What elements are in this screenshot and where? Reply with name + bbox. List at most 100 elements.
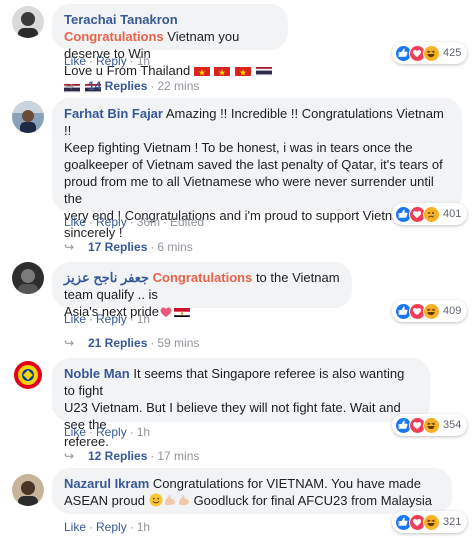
separator: · [150, 240, 155, 254]
separator: · [129, 312, 134, 326]
view-replies[interactable]: ↪ 21 Replies · 59 mins [64, 335, 199, 351]
separator: · [89, 312, 94, 326]
reply-arrow-icon: ↪ [64, 79, 75, 93]
separator: · [89, 425, 94, 439]
avatar[interactable] [12, 6, 44, 38]
like-link[interactable]: Like [64, 312, 86, 326]
avatar-image [12, 6, 44, 38]
like-link[interactable]: Like [64, 520, 86, 534]
like-link[interactable]: Like [64, 425, 86, 439]
comment-time[interactable]: 1h [137, 54, 150, 68]
reply-link[interactable]: Reply [96, 312, 127, 326]
comment-actions: Like · Reply · 1h [64, 311, 150, 327]
like-link[interactable]: Like [64, 215, 86, 229]
comment-text: Keep fighting Vietnam ! To be honest, i … [64, 140, 413, 155]
sad-icon [423, 205, 440, 223]
egypt-flag-icon [173, 306, 190, 317]
reaction-count: 321 [443, 516, 462, 528]
separator: · [150, 449, 155, 463]
thailand-flag-icon [255, 65, 272, 76]
reaction-count: 401 [443, 208, 462, 220]
comment-time[interactable]: 36m [137, 215, 160, 229]
reactions-summary[interactable]: 409 [392, 300, 468, 322]
reply-arrow-icon: ↪ [64, 240, 75, 254]
comment-author[interactable]: Terachai Tanakron [64, 12, 178, 27]
separator: · [150, 336, 155, 350]
reaction-count: 409 [443, 305, 462, 317]
comment-time[interactable]: 1h [137, 312, 150, 326]
view-replies[interactable]: ↪ 17 Replies · 6 mins [64, 239, 193, 255]
comment-actions: Like · Reply · 36m · Edited [64, 214, 204, 230]
comment-text: ASEAN proud [64, 493, 145, 508]
avatar-image [12, 262, 44, 294]
avatar[interactable] [12, 262, 44, 294]
muscle-emoji-icon [163, 493, 177, 511]
like-link[interactable]: Like [64, 54, 86, 68]
replies-count[interactable]: 14 Replies [88, 79, 147, 93]
separator: · [129, 520, 134, 534]
comment-author[interactable]: جعفر ناجح عزيز [64, 270, 149, 285]
avatar-image [12, 359, 44, 391]
vietnam-flag-icon [235, 65, 252, 76]
replies-count[interactable]: 12 Replies [88, 449, 147, 463]
avatar[interactable] [12, 359, 44, 391]
replies-time: 6 mins [157, 240, 193, 254]
vietnam-flag-icon [193, 65, 210, 76]
replies-count[interactable]: 17 Replies [88, 240, 147, 254]
separator: · [89, 54, 94, 68]
avatar-image [12, 474, 44, 506]
separator: · [129, 54, 134, 68]
comment-highlight: Congratulations [64, 29, 164, 44]
comment-text: goalkeeper of Vietnam saved the last pen… [64, 157, 443, 172]
reactions-summary[interactable]: 354 [392, 414, 468, 436]
reactions-summary[interactable]: 321 [392, 511, 468, 533]
comment-author[interactable]: Nazarul Ikram [64, 476, 149, 491]
comment-time[interactable]: 1h [137, 425, 150, 439]
comment-author[interactable]: Farhat Bin Fajar [64, 106, 163, 121]
comment-text: Congratulations for VIETNAM. You have ma… [152, 476, 421, 491]
comment-bubble: Noble Man It seems that Singapore refere… [52, 358, 430, 449]
reply-arrow-icon: ↪ [64, 336, 75, 350]
view-replies[interactable]: ↪ 12 Replies · 17 mins [64, 448, 199, 464]
comment-bubble: Farhat Bin Fajar Amazing !! Incredible !… [52, 98, 462, 240]
replies-time: 22 mins [157, 79, 200, 93]
reactions-summary[interactable]: 425 [392, 42, 468, 64]
comment-author[interactable]: Noble Man [64, 366, 130, 381]
view-replies[interactable]: ↪ 14 Replies · 22 mins [64, 78, 199, 94]
separator: · [150, 79, 155, 93]
reactions-summary[interactable]: 401 [392, 203, 468, 225]
replies-count[interactable]: 21 Replies [88, 336, 147, 350]
edited-label[interactable]: Edited [170, 215, 204, 229]
separator: · [129, 215, 134, 229]
smile-emoji-icon [149, 493, 163, 511]
reply-link[interactable]: Reply [96, 425, 127, 439]
muscle-emoji-icon [177, 493, 191, 511]
separator: · [89, 215, 94, 229]
avatar[interactable] [12, 101, 44, 133]
reply-link[interactable]: Reply [96, 520, 127, 534]
comment-highlight: Congratulations [152, 270, 253, 285]
haha-icon [423, 416, 440, 434]
comment-bubble: Nazarul Ikram Congratulations for VIETNA… [52, 468, 452, 514]
separator: · [129, 425, 134, 439]
heart-emoji-icon [159, 305, 173, 322]
reaction-count: 354 [443, 419, 462, 431]
comment-time[interactable]: 1h [137, 520, 150, 534]
comment-actions: Like · Reply · 1h [64, 53, 150, 69]
reaction-count: 425 [443, 47, 462, 59]
comment-actions: Like · Reply · 1h [64, 424, 150, 440]
reply-link[interactable]: Reply [96, 215, 127, 229]
comment-text: Goodluck for final AFCU23 from Malaysia [193, 493, 432, 508]
separator: · [89, 520, 94, 534]
comment-text: proud from me to all Vietnamese who were… [64, 174, 434, 206]
haha-icon [423, 44, 440, 62]
comment-actions: Like · Reply · 1h [64, 519, 150, 535]
separator: · [163, 215, 168, 229]
avatar[interactable] [12, 474, 44, 506]
haha-icon [423, 302, 440, 320]
reply-link[interactable]: Reply [96, 54, 127, 68]
haha-icon [423, 513, 440, 531]
comment-bubble: جعفر ناجح عزيز Congratulations to the Vi… [52, 262, 352, 319]
comment-bubble: Terachai Tanakron Congratulations Vietna… [52, 4, 288, 93]
vietnam-flag-icon [214, 65, 231, 76]
